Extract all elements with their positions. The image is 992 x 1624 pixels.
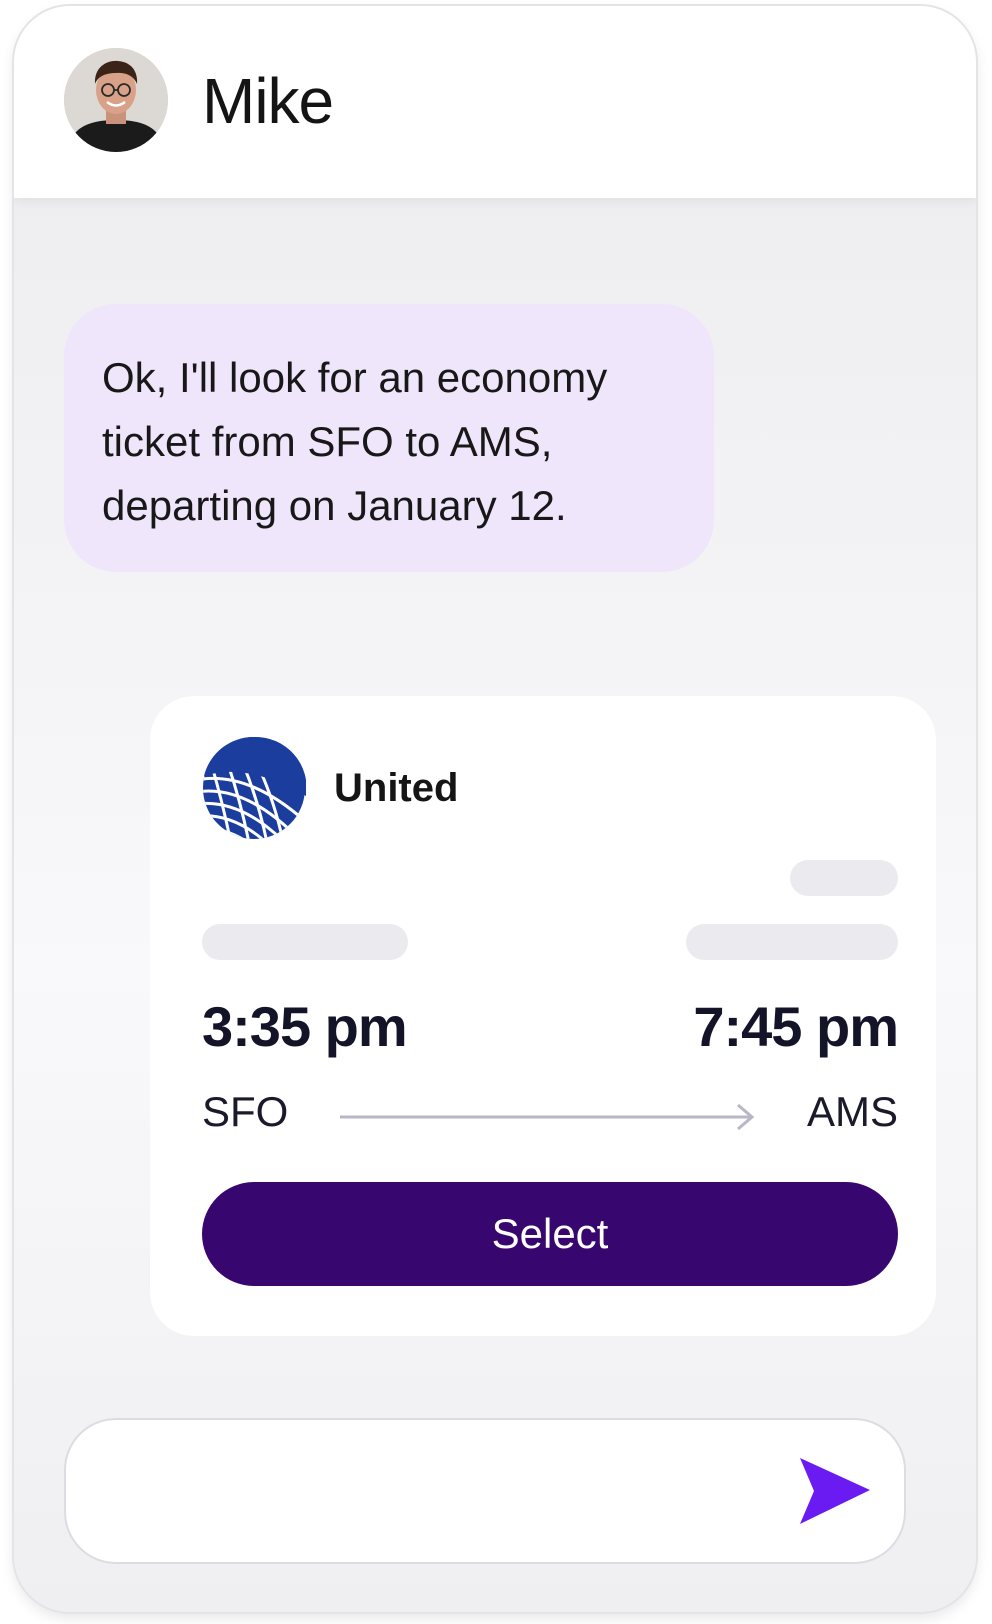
airline-name: United	[334, 766, 459, 810]
select-button[interactable]: Select	[202, 1182, 898, 1286]
destination-airport: AMS	[806, 1088, 898, 1135]
origin-airport: SFO	[202, 1088, 289, 1135]
send-button[interactable]	[786, 1450, 878, 1534]
arrival-time: 7:45 pm	[693, 995, 899, 1058]
placeholder-bar	[202, 924, 408, 960]
placeholder-bar	[790, 860, 898, 896]
chat-header: Mike	[14, 6, 976, 198]
route-arrow-icon	[340, 1103, 755, 1131]
contact-name: Mike	[202, 65, 334, 137]
send-arrow-icon	[800, 1458, 870, 1524]
message-bubble: Ok, I'll look for an economy ticket from…	[64, 304, 714, 572]
flight-card: United 3:35 pm 7:45 pm SFO AMS Select	[150, 696, 936, 1336]
chat-window: Mike Ok, I'll look for an economy ticket…	[14, 6, 976, 1612]
message-input[interactable]	[96, 1450, 760, 1536]
united-globe-logo-icon	[202, 736, 307, 840]
placeholder-bar	[686, 924, 898, 960]
person-avatar-icon	[64, 48, 168, 152]
departure-time: 3:35 pm	[202, 995, 408, 1058]
avatar[interactable]	[64, 48, 168, 152]
message-composer	[64, 1418, 906, 1564]
